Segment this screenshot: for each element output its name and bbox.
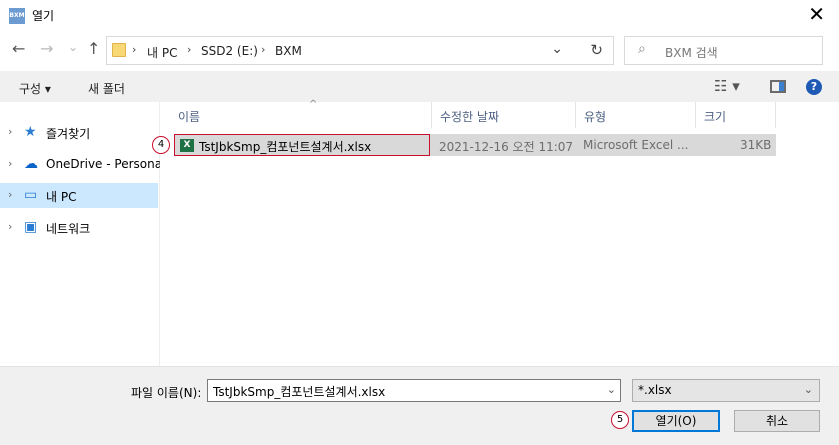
help-icon[interactable]: ? xyxy=(806,79,822,95)
file-size: 31KB xyxy=(740,138,772,152)
file-type-select[interactable]: *.xlsx ⌄ xyxy=(632,379,820,402)
step-marker-5: 5 xyxy=(611,411,629,429)
navigation-bar: ← → ⌄ ↑ › 내 PC › SSD2 (E:) › BXM ⌄ ↻ ⌕ B… xyxy=(0,31,839,71)
organize-button[interactable]: 구성 ▾ xyxy=(19,80,51,97)
chevron-down-icon[interactable]: ⌄ xyxy=(607,383,616,396)
open-button[interactable]: 열기(O) xyxy=(632,410,720,432)
new-folder-button[interactable]: 새 폴더 xyxy=(88,80,125,97)
cloud-icon: ☁ xyxy=(24,156,38,172)
filename-input[interactable]: TstJbkSmp_컴포넌트설계서.xlsx ⌄ xyxy=(207,379,621,402)
navigation-pane: › ★ 즐겨찾기 › ☁ OneDrive - Personal › ▭ 내 P… xyxy=(0,102,165,366)
breadcrumb-separator: › xyxy=(187,43,192,56)
filename-value: TstJbkSmp_컴포넌트설계서.xlsx xyxy=(213,385,386,399)
address-dropdown-icon[interactable]: ⌄ xyxy=(551,41,563,57)
step-marker-4: 4 xyxy=(152,136,170,154)
breadcrumb-separator: › xyxy=(132,43,137,56)
star-icon: ★ xyxy=(24,124,37,140)
sort-ascending-icon: ^ xyxy=(309,99,318,110)
recent-locations-chevron-icon[interactable]: ⌄ xyxy=(68,40,78,54)
chevron-right-icon[interactable]: › xyxy=(8,125,12,138)
sidebar-item-network[interactable]: › ▣ 네트워크 xyxy=(0,215,158,240)
sidebar-item-favorites[interactable]: › ★ 즐겨찾기 xyxy=(0,120,158,145)
file-type: Microsoft Excel ... xyxy=(583,138,689,152)
breadcrumb-ssd2[interactable]: SSD2 (E:) xyxy=(201,44,258,58)
breadcrumb-bxm[interactable]: BXM xyxy=(275,44,302,58)
up-arrow-icon[interactable]: ↑ xyxy=(87,39,100,58)
folder-icon xyxy=(112,43,126,57)
view-options-icon[interactable]: ☷ ▾ xyxy=(714,77,740,95)
command-toolbar: 구성 ▾ 새 폴더 ☷ ▾ ? xyxy=(0,71,839,102)
sidebar-item-onedrive[interactable]: › ☁ OneDrive - Personal xyxy=(0,152,165,177)
excel-file-icon: X xyxy=(180,139,194,152)
search-placeholder: BXM 검색 xyxy=(665,46,718,60)
close-icon[interactable]: ✕ xyxy=(808,4,825,24)
breadcrumb-my-pc[interactable]: 내 PC xyxy=(147,44,177,61)
computer-icon: ▭ xyxy=(24,187,38,203)
file-list: 이름 ^ 수정한 날짜 유형 크기 X TstJbkSmp_컴포넌트설계서.xl… xyxy=(152,99,839,366)
breadcrumb-separator: › xyxy=(261,43,266,56)
column-header-size[interactable]: 크기 xyxy=(696,102,776,128)
column-header-name[interactable]: 이름 ^ xyxy=(170,99,432,128)
sidebar-item-label: OneDrive - Personal xyxy=(46,157,166,171)
network-icon: ▣ xyxy=(24,219,38,235)
refresh-icon[interactable]: ↻ xyxy=(590,41,603,59)
sidebar-item-my-pc[interactable]: › ▭ 내 PC xyxy=(0,183,158,208)
sidebar-item-label: 네트워크 xyxy=(46,222,91,236)
chevron-right-icon[interactable]: › xyxy=(8,220,12,233)
sidebar-item-label: 즐겨찾기 xyxy=(46,127,91,141)
sidebar-item-label: 내 PC xyxy=(46,190,77,204)
window-title: 열기 xyxy=(32,9,55,23)
preview-pane-icon[interactable] xyxy=(770,80,786,93)
file-name: TstJbkSmp_컴포넌트설계서.xlsx xyxy=(199,140,372,154)
search-icon: ⌕ xyxy=(638,41,646,57)
table-row[interactable]: X TstJbkSmp_컴포넌트설계서.xlsx 2021-12-16 오전 1… xyxy=(174,134,776,156)
cancel-button[interactable]: 취소 xyxy=(734,410,820,432)
address-bar[interactable]: › 내 PC › SSD2 (E:) › BXM ⌄ ↻ xyxy=(106,36,614,65)
chevron-down-icon: ⌄ xyxy=(803,383,813,396)
chevron-right-icon[interactable]: › xyxy=(8,188,12,201)
forward-arrow-icon[interactable]: → xyxy=(40,39,53,58)
filename-label: 파일 이름(N): xyxy=(131,386,202,400)
title-bar: BXM 열기 ✕ xyxy=(0,0,839,31)
column-header-modified[interactable]: 수정한 날짜 xyxy=(432,102,576,128)
file-modified: 2021-12-16 오전 11:07 xyxy=(439,140,574,154)
search-input[interactable]: ⌕ BXM 검색 xyxy=(624,36,823,65)
app-icon: BXM xyxy=(9,8,25,24)
file-name-highlight: X TstJbkSmp_컴포넌트설계서.xlsx xyxy=(174,134,430,156)
back-arrow-icon[interactable]: ← xyxy=(12,39,25,58)
column-header-type[interactable]: 유형 xyxy=(576,102,696,128)
chevron-right-icon[interactable]: › xyxy=(8,157,12,170)
dialog-footer: 파일 이름(N): TstJbkSmp_컴포넌트설계서.xlsx ⌄ *.xls… xyxy=(0,366,839,445)
file-type-value: *.xlsx xyxy=(638,383,672,397)
